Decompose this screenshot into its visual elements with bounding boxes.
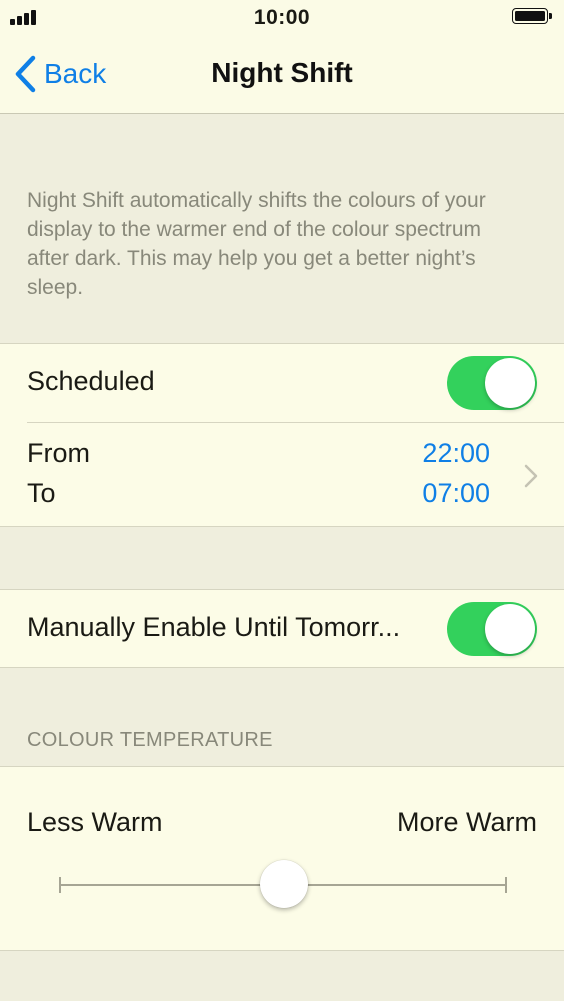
scheduled-toggle[interactable] [447, 356, 537, 410]
from-label: From [27, 438, 90, 468]
schedule-times-row[interactable]: From To 22:00 07:00 [0, 423, 564, 527]
schedule-group: Scheduled From To 22:00 07:00 [0, 343, 564, 527]
to-time-value: 07:00 [422, 478, 490, 508]
manual-group: Manually Enable Until Tomorr... [0, 589, 564, 668]
status-bar: 10:00 [0, 0, 564, 36]
status-time: 10:00 [253, 6, 311, 29]
page-title: Night Shift [211, 57, 353, 88]
slider-max-cap [505, 877, 507, 893]
scheduled-label: Scheduled [27, 366, 155, 396]
to-label: To [27, 478, 56, 508]
less-warm-label: Less Warm [27, 807, 163, 837]
colour-temperature-header: COLOUR TEMPERATURE [27, 729, 273, 751]
night-shift-description: Night Shift automatically shifts the col… [27, 189, 486, 299]
from-time-value: 22:00 [422, 438, 490, 468]
battery-full-icon [512, 8, 554, 26]
chevron-right-icon [524, 464, 538, 488]
slider-min-cap [59, 877, 61, 893]
colour-temperature-group: Less Warm More Warm [0, 766, 564, 951]
manual-enable-label: Manually Enable Until Tomorr... [27, 612, 401, 642]
navigation-bar: Back Night Shift [0, 36, 564, 114]
manual-enable-toggle[interactable] [447, 602, 537, 656]
more-warm-label: More Warm [397, 807, 537, 837]
colour-temperature-slider-thumb[interactable] [259, 860, 308, 908]
